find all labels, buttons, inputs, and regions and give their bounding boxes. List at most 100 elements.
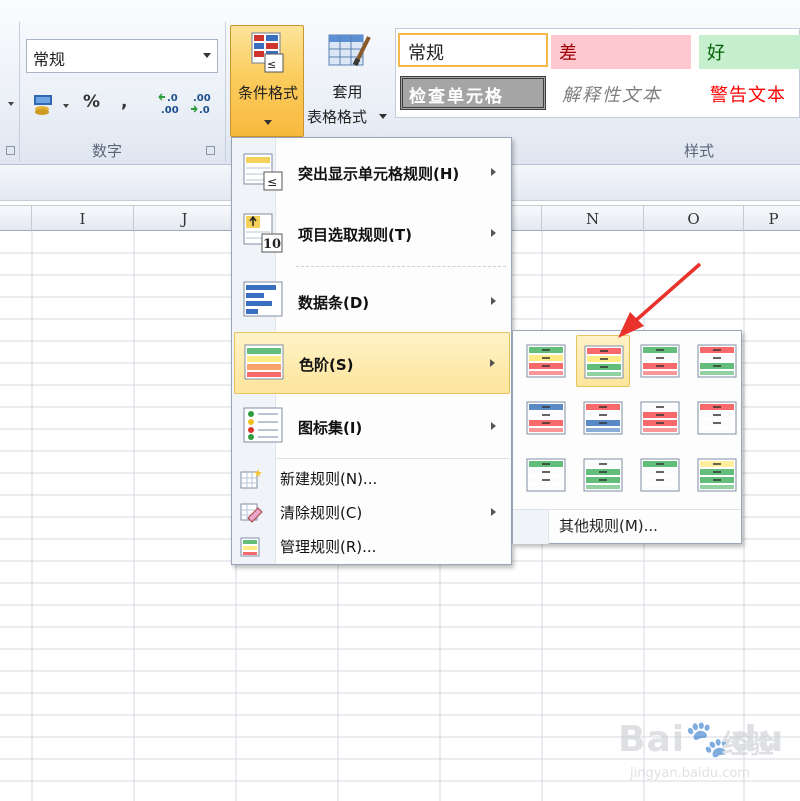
color-scale-icon	[697, 344, 737, 378]
style-check-cell[interactable]: 检查单元格	[400, 76, 546, 110]
menu-separator	[296, 266, 506, 267]
color-scale-swatch[interactable]	[690, 335, 744, 387]
chevron-down-icon	[8, 102, 14, 106]
column-header-J[interactable]: J	[134, 206, 236, 232]
menu-item-clear-rules[interactable]: 清除规则(C)	[234, 496, 510, 528]
chevron-right-icon	[491, 229, 496, 237]
highlight-cells-icon: ≤	[242, 152, 286, 196]
color-scale-swatch[interactable]	[519, 392, 573, 444]
svg-text:10: 10	[263, 237, 281, 252]
color-scale-swatch[interactable]	[633, 335, 687, 387]
group-divider	[225, 22, 226, 162]
svg-text:≤: ≤	[267, 58, 276, 71]
svg-text:≤: ≤	[267, 175, 277, 189]
style-good[interactable]: 好	[699, 35, 800, 69]
svg-text:.0: .0	[199, 105, 210, 116]
svg-text:.0: .0	[167, 93, 178, 104]
icon-sets-icon	[242, 406, 286, 450]
menu-item-new-rule[interactable]: 新建规则(N)...	[234, 462, 510, 494]
styles-group-label: 样式	[684, 142, 715, 160]
chevron-right-icon	[491, 508, 496, 516]
color-scales-icon	[243, 343, 287, 387]
menu-item-color-scales[interactable]: 色阶(S)	[234, 332, 510, 394]
menu-item-label: 清除规则(C)	[280, 504, 363, 522]
menu-item-label: 突出显示单元格规则(H)	[298, 165, 460, 183]
style-warning-text[interactable]: 警告文本	[702, 77, 800, 111]
color-scale-icon	[640, 458, 680, 492]
column-header-I[interactable]: I	[32, 206, 134, 232]
comma-style-button[interactable]: ,	[121, 92, 127, 112]
increase-decimal-button[interactable]: .0 .00	[157, 92, 185, 118]
manage-rules-icon	[240, 536, 264, 562]
color-scale-swatch[interactable]	[576, 335, 630, 387]
color-scale-swatch[interactable]	[690, 449, 744, 501]
top-bottom-rules-icon: 10	[242, 212, 286, 260]
chevron-down-icon	[63, 104, 69, 108]
menu-item-label: 新建规则(N)...	[280, 470, 378, 488]
conditional-formatting-button[interactable]: ≤ 条件格式	[230, 25, 304, 137]
baidu-jingyan-watermark: Bai🐾du 经验 jingyan.baidu.com	[610, 700, 790, 790]
menu-item-label: 管理规则(R)...	[280, 538, 377, 556]
style-bad[interactable]: 差	[551, 35, 691, 69]
menu-item-label: 色阶(S)	[299, 356, 354, 374]
menu-item-top-bottom-rules[interactable]: 10 项目选取规则(T)	[234, 204, 510, 262]
color-scale-icon	[640, 401, 680, 435]
color-scale-swatch[interactable]	[633, 449, 687, 501]
color-scale-swatch[interactable]	[633, 392, 687, 444]
number-format-dropdown[interactable]: 常规	[26, 39, 218, 73]
color-scale-swatch[interactable]	[576, 449, 630, 501]
number-format-value: 常规	[33, 50, 66, 69]
svg-text:.00: .00	[193, 93, 211, 104]
column-header-N[interactable]: N	[542, 206, 644, 232]
color-scale-swatch[interactable]	[519, 335, 573, 387]
color-scale-icon	[584, 345, 624, 379]
column-header[interactable]	[0, 206, 32, 232]
data-bars-icon	[242, 280, 286, 324]
menu-item-manage-rules[interactable]: 管理规则(R)...	[234, 530, 510, 562]
more-rules-item[interactable]: 其他规则(M)...	[559, 515, 658, 536]
chevron-down-icon	[379, 114, 387, 119]
menu-gutter	[513, 510, 549, 544]
menu-item-label: 图标集(I)	[298, 419, 363, 437]
color-scale-icon	[697, 401, 737, 435]
color-scale-swatch[interactable]	[690, 392, 744, 444]
dialog-launcher-icon[interactable]	[206, 146, 215, 155]
color-scale-icon	[526, 458, 566, 492]
percent-style-button[interactable]: %	[83, 92, 100, 112]
color-scale-swatch[interactable]	[576, 392, 630, 444]
menu-item-icon-sets[interactable]: 图标集(I)	[234, 396, 510, 456]
chevron-down-icon	[264, 120, 272, 125]
column-header-O[interactable]: O	[644, 206, 744, 232]
conditional-formatting-icon: ≤	[251, 32, 285, 80]
color-scale-icon	[640, 344, 680, 378]
menu-item-label: 项目选取规则(T)	[298, 226, 412, 244]
decrease-decimal-button[interactable]: .00 .0	[189, 92, 217, 118]
svg-text:.00: .00	[161, 105, 179, 116]
dialog-launcher-icon[interactable]	[6, 146, 15, 155]
color-scale-icon	[697, 458, 737, 492]
chevron-down-icon	[203, 53, 211, 58]
format-as-table-icon	[327, 31, 371, 79]
chevron-right-icon	[491, 422, 496, 430]
column-header-P[interactable]: P	[744, 206, 800, 232]
number-group-label: 数字	[92, 142, 123, 160]
group-divider	[19, 22, 20, 162]
clear-rules-icon	[240, 502, 264, 528]
watermark-jingyan: 经验	[722, 730, 775, 760]
color-scale-icon	[526, 344, 566, 378]
accounting-format-icon[interactable]	[32, 92, 58, 120]
color-scale-swatch[interactable]	[519, 449, 573, 501]
style-normal[interactable]: 常规	[398, 33, 548, 67]
format-as-table-button[interactable]: 套用 表格格式	[305, 25, 390, 137]
menu-separator	[276, 458, 510, 459]
watermark-url: jingyan.baidu.com	[630, 766, 750, 781]
style-explanatory-text[interactable]: 解释性文本	[554, 77, 694, 111]
color-scale-icon	[583, 401, 623, 435]
conditional-formatting-label: 条件格式	[237, 84, 298, 102]
color-scales-submenu: 其他规则(M)...	[512, 330, 742, 544]
menu-item-highlight-cells-rules[interactable]: ≤ 突出显示单元格规则(H)	[234, 142, 510, 200]
menu-item-label: 数据条(D)	[298, 294, 370, 312]
color-scale-icon	[583, 458, 623, 492]
menu-item-data-bars[interactable]: 数据条(D)	[234, 272, 510, 330]
chevron-right-icon	[491, 297, 496, 305]
